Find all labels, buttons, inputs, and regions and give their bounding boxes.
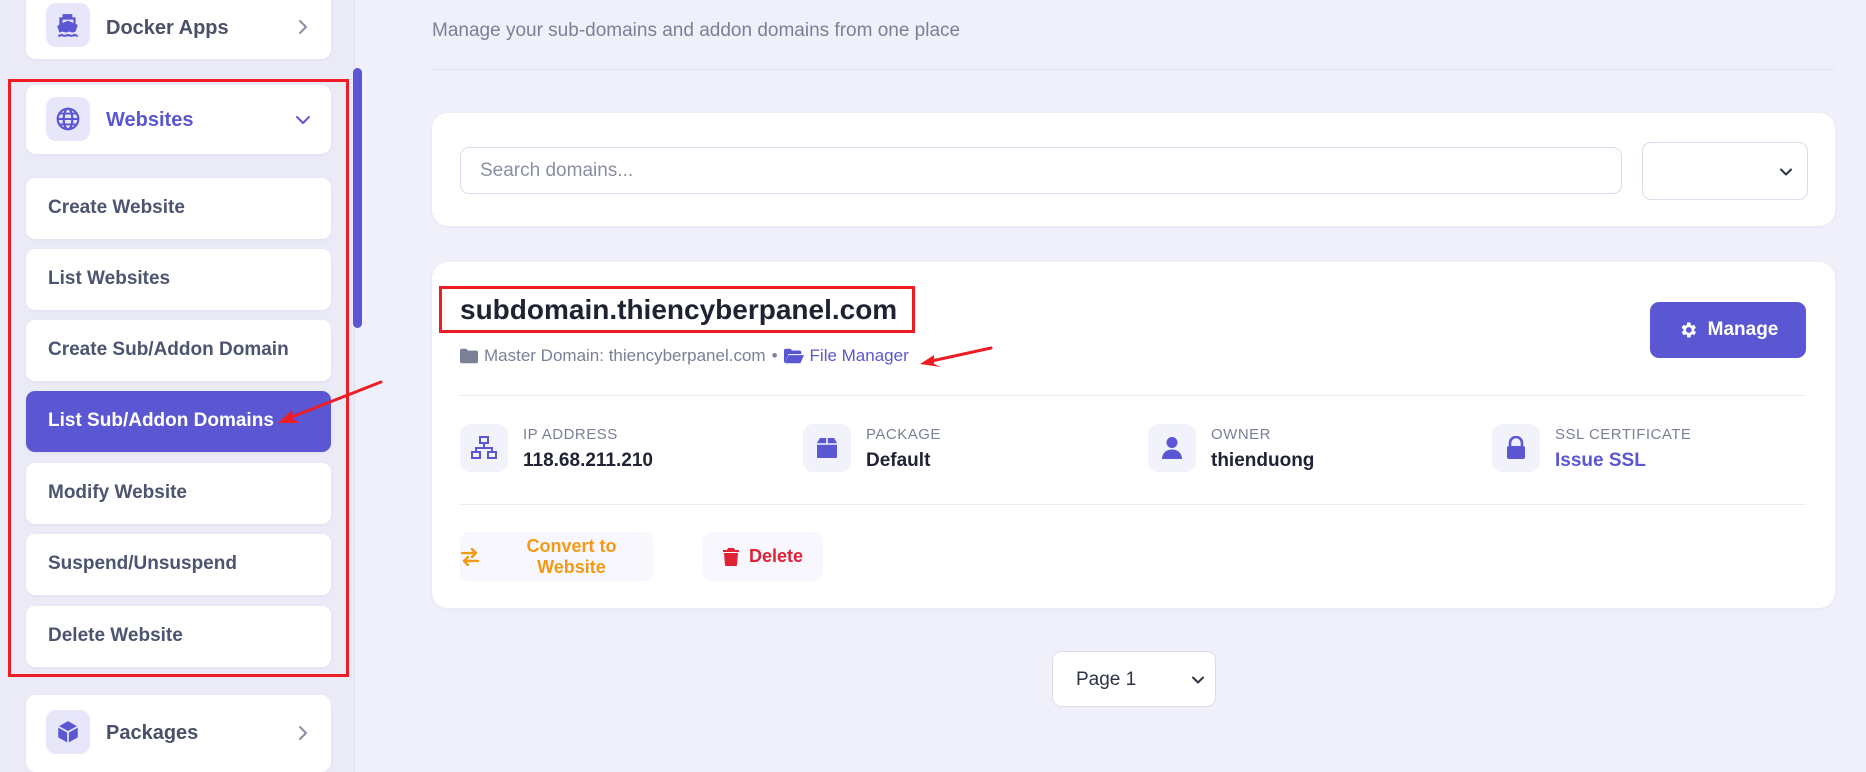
divider [432,69,1835,70]
sidebar: Docker Apps Websites Create Website List… [0,0,355,772]
domain-card: subdomain.thiencyberpanel.com Master Dom… [432,262,1835,608]
sidebar-item-label: Websites [106,109,194,131]
network-icon [460,424,508,472]
pagination-value: Page 1 [1076,669,1137,690]
pagination-select[interactable]: Page 1 [1052,651,1216,707]
trash-icon [722,547,739,566]
submenu-create-sub-addon-domain[interactable]: Create Sub/Addon Domain [26,320,331,381]
submenu-list-websites[interactable]: List Websites [26,249,331,310]
sidebar-item-label: Docker Apps [106,17,229,39]
submenu-suspend-unsuspend[interactable]: Suspend/Unsuspend [26,534,331,595]
submenu-label: Create Sub/Addon Domain [48,339,289,360]
master-domain-text: Master Domain: thiencyberpanel.com [484,346,766,365]
meta-separator: • [771,346,778,365]
chevron-right-icon [299,726,307,740]
info-value: 118.68.211.210 [523,450,653,471]
submenu-label: Suspend/Unsuspend [48,553,237,574]
submenu-create-website[interactable]: Create Website [26,178,331,239]
exchange-icon [460,547,480,566]
info-label: OWNER [1211,426,1271,443]
folder-open-icon [783,348,804,364]
lock-icon [1492,424,1540,472]
submenu-label: Modify Website [48,482,187,503]
info-label: IP ADDRESS [523,426,618,443]
sidebar-item-packages[interactable]: Packages [26,695,331,772]
delete-button[interactable]: Delete [703,532,823,581]
info-value: Default [866,450,931,471]
search-input[interactable] [460,147,1622,194]
submenu-label: List Sub/Addon Domains [48,410,274,431]
page-subtitle: Manage your sub-domains and addon domain… [432,20,961,41]
divider [460,395,1806,396]
info-value: thienduong [1211,450,1315,471]
sidebar-item-docker-apps[interactable]: Docker Apps [26,0,331,59]
folder-icon [460,348,478,364]
chevron-down-icon [296,116,310,124]
search-card [432,113,1835,226]
sidebar-item-websites[interactable]: Websites [26,85,331,154]
convert-label: Convert to Website [526,535,617,577]
convert-to-website-button[interactable]: Convert to Website [460,532,653,581]
submenu-label: List Websites [48,268,171,289]
domain-meta: Master Domain: thiencyberpanel.com • Fil… [460,346,909,366]
box-icon [46,710,90,754]
manage-button[interactable]: Manage [1650,302,1806,358]
gear-icon [1681,322,1696,338]
issue-ssl-link[interactable]: Issue SSL [1555,450,1646,472]
info-label: SSL CERTIFICATE [1555,426,1692,443]
package-icon [803,424,851,472]
manage-label: Manage [1707,319,1779,340]
globe-icon [46,97,90,141]
chevron-down-icon [1192,676,1204,684]
submenu-modify-website[interactable]: Modify Website [26,463,331,524]
sidebar-scrollbar[interactable] [353,68,362,328]
sidebar-item-label: Packages [106,722,199,744]
domain-name: subdomain.thiencyberpanel.com [460,294,898,325]
submenu-list-sub-addon-domains[interactable]: List Sub/Addon Domains [26,391,331,452]
ship-icon [46,3,90,47]
user-icon [1148,424,1196,472]
divider [460,504,1806,505]
delete-label: Delete [748,546,804,566]
file-manager-link[interactable]: File Manager [783,346,909,366]
submenu-label: Delete Website [48,625,183,646]
info-label: PACKAGE [866,426,941,443]
submenu-label: Create Website [48,197,185,218]
filter-select[interactable] [1642,142,1808,200]
chevron-right-icon [299,20,307,34]
chevron-down-icon [1780,168,1792,176]
submenu-delete-website[interactable]: Delete Website [26,606,331,667]
file-manager-label: File Manager [809,346,909,365]
